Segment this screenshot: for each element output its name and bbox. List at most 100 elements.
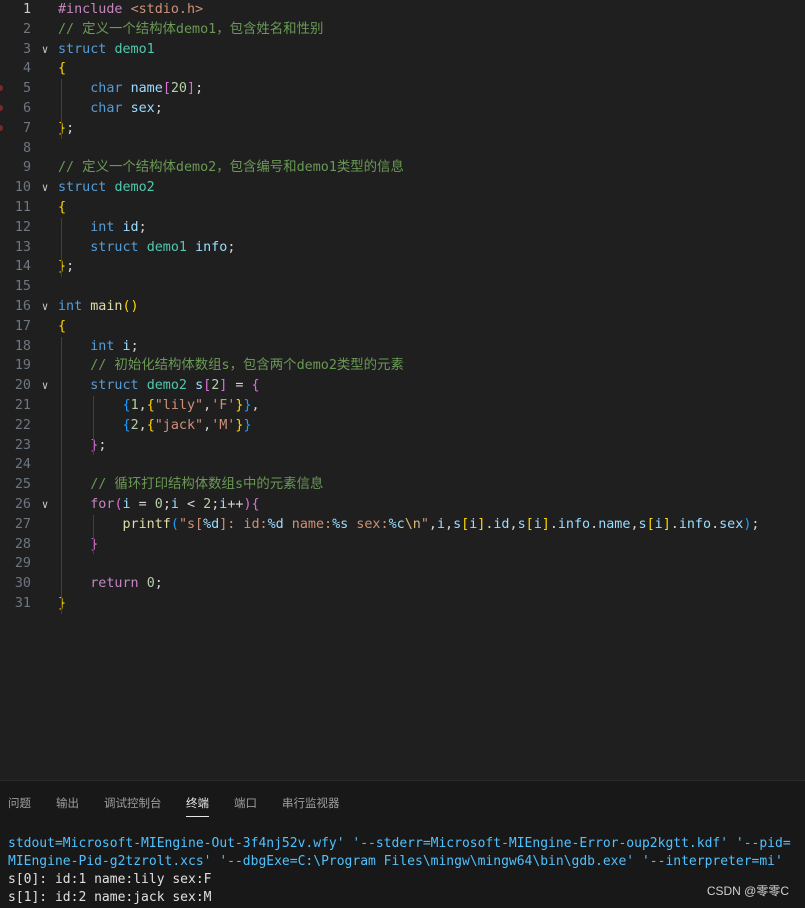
code-token: ,: [203, 398, 212, 413]
code-line[interactable]: 28 }: [0, 535, 805, 555]
code-line[interactable]: 11 {: [0, 198, 805, 218]
code-text: {: [58, 198, 66, 218]
fold-chevron-icon[interactable]: ∨: [38, 178, 52, 198]
line-number: 8: [22, 140, 31, 156]
fold-chevron-icon[interactable]: ∨: [38, 40, 52, 60]
code-line[interactable]: 6 char sex;: [0, 99, 805, 119]
line-number: 23: [14, 437, 31, 453]
code-token: "lily": [154, 398, 204, 413]
line-number: 18: [14, 338, 31, 354]
code-line[interactable]: 12 int id;: [0, 218, 805, 238]
code-line[interactable]: 18 int i;: [0, 337, 805, 357]
code-token: {: [122, 417, 131, 433]
code-token: }: [58, 259, 67, 275]
code-line[interactable]: 27 printf("s[%d]: id:%d name:%s sex:%c\n…: [0, 515, 805, 535]
code-line[interactable]: 29: [0, 554, 805, 574]
code-line[interactable]: 4{: [0, 59, 805, 79]
code-token: .: [549, 516, 558, 532]
code-token: ]: id:: [219, 516, 268, 532]
code-line[interactable]: 21 {1,{"lily",'F'}},: [0, 396, 805, 416]
code-token: ;: [162, 497, 171, 512]
code-line[interactable]: 24: [0, 455, 805, 475]
code-line[interactable]: 2 // 定义一个结构体demo1，包含姓名和性别: [0, 20, 805, 40]
tab-output[interactable]: 输出: [56, 795, 79, 811]
code-token: \n: [404, 516, 421, 532]
code-line[interactable]: 7};: [0, 119, 805, 139]
code-token: demo1: [146, 239, 187, 255]
code-token: 'M': [211, 417, 236, 433]
line-number: 22: [14, 417, 31, 433]
code-text: struct demo1: [58, 40, 155, 60]
fold-chevron-icon[interactable]: ∨: [38, 495, 52, 515]
tab-serial-monitor[interactable]: 串行监视器: [282, 795, 340, 811]
code-token: }: [90, 536, 99, 552]
code-text: struct demo2: [58, 178, 155, 198]
code-line[interactable]: 14};: [0, 257, 805, 277]
code-token: i: [436, 516, 445, 532]
code-token: sex: [719, 516, 744, 532]
code-line[interactable]: 13 struct demo1 info;: [0, 238, 805, 258]
code-line[interactable]: 16 ∨ int main(): [0, 297, 805, 317]
code-token: 0: [146, 576, 155, 592]
code-line[interactable]: 23 };: [0, 436, 805, 456]
fold-chevron-icon[interactable]: ∨: [38, 297, 52, 317]
code-token: s: [195, 378, 204, 394]
code-token: demo1: [114, 41, 155, 57]
code-token: ,: [428, 516, 437, 532]
code-line[interactable]: 3 ∨ struct demo1: [0, 40, 805, 60]
code-token: i: [170, 497, 179, 512]
code-text: struct demo1 info;: [58, 238, 235, 258]
indent-guide: [93, 396, 94, 456]
code-token: i: [654, 516, 663, 532]
code-line[interactable]: 8: [0, 139, 805, 159]
code-line[interactable]: 30 return 0;: [0, 574, 805, 594]
code-line[interactable]: 15: [0, 277, 805, 297]
line-number: 24: [14, 457, 31, 473]
code-token: <: [178, 497, 204, 512]
code-line[interactable]: 17 {: [0, 317, 805, 337]
code-editor[interactable]: 1 #include <stdio.h> 2 // 定义一个结构体demo1，包含姓名…: [0, 0, 805, 780]
code-token: ,: [138, 398, 147, 413]
code-token: ;: [66, 120, 75, 136]
code-token: {: [251, 497, 260, 512]
code-text: // 初始化结构体数组s，包含两个demo2类型的元素: [58, 356, 404, 376]
code-token: s: [638, 516, 647, 532]
code-token: // 定义一个结构体demo1，包含姓名和性别: [58, 21, 324, 37]
tab-debug-console[interactable]: 调试控制台: [104, 795, 162, 811]
code-text: {: [58, 59, 66, 79]
tab-problems[interactable]: 问题: [8, 795, 31, 811]
code-line[interactable]: 19 // 初始化结构体数组s，包含两个demo2类型的元素: [0, 356, 805, 376]
code-text: struct demo2 s[2] = {: [58, 376, 259, 396]
code-text: char sex;: [58, 99, 163, 119]
code-line[interactable]: 26 ∨ for(i = 0;i < 2;i++){: [0, 495, 805, 515]
code-line[interactable]: 1 #include <stdio.h>: [0, 0, 805, 20]
code-token: ;: [154, 101, 163, 116]
code-line[interactable]: 20 ∨ struct demo2 s[2] = {: [0, 376, 805, 396]
code-line[interactable]: 25 // 循环打印结构体数组s中的元素信息: [0, 475, 805, 495]
code-line[interactable]: 22 {2,{"jack",'M'}}: [0, 416, 805, 436]
fold-chevron-icon[interactable]: ∨: [38, 376, 52, 396]
code-line[interactable]: 9 // 定义一个结构体demo2，包含编号和demo1类型的信息: [0, 158, 805, 178]
code-line[interactable]: 31}: [0, 594, 805, 614]
code-line[interactable]: 5 char name[20];: [0, 79, 805, 99]
code-token: {: [146, 417, 155, 433]
code-token: name: [598, 516, 631, 532]
code-token: i: [533, 516, 542, 532]
tab-terminal[interactable]: 终端: [186, 795, 209, 817]
code-token: (: [170, 516, 179, 532]
code-token: }: [58, 120, 67, 136]
terminal-output[interactable]: stdout=Microsoft-MIEngine-Out-3f4nj52v.w…: [8, 835, 805, 907]
tab-ports[interactable]: 端口: [234, 795, 257, 811]
code-token: ;: [154, 576, 163, 592]
code-token: id: [493, 516, 510, 532]
code-token: ,: [251, 398, 260, 413]
code-token: ++: [227, 497, 244, 512]
code-line[interactable]: 10 ∨ struct demo2: [0, 178, 805, 198]
